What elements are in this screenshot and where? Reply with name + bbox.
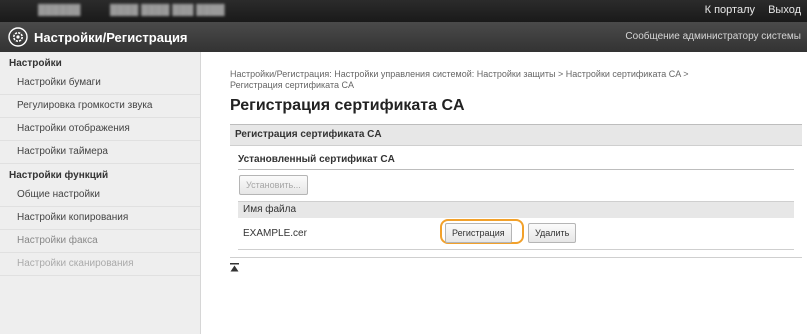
section-title: Регистрация сертификата CA — [230, 125, 802, 146]
certificate-table: Имя файла EXAMPLE.cer Регистрация Удалит… — [238, 201, 794, 250]
settings-gear-icon — [8, 27, 28, 47]
sidebar-item-timer[interactable]: Настройки таймера — [0, 141, 200, 164]
file-name: EXAMPLE.cer — [243, 228, 307, 239]
breadcrumb-line: Регистрация сертификата CA — [230, 80, 354, 90]
breadcrumb-line[interactable]: Настройки/Регистрация: Настройки управле… — [230, 69, 802, 80]
sidebar-group-functions: Настройки функций — [9, 170, 109, 181]
main-content: Настройки/Регистрация: Настройки управле… — [212, 52, 802, 272]
portal-link[interactable]: К порталу — [705, 4, 755, 16]
column-header-filename: Имя файла — [238, 202, 794, 218]
sidebar-item-paper[interactable]: Настройки бумаги — [0, 72, 200, 95]
sidebar-item-copy[interactable]: Настройки копирования — [0, 207, 200, 230]
breadcrumb: Настройки/Регистрация: Настройки управле… — [230, 69, 802, 91]
sidebar-item-volume[interactable]: Регулировка громкости звука — [0, 95, 200, 118]
top-bar: ██████ ████ ████ ███ ████ К порталу Выхо… — [0, 0, 807, 22]
page-title: Регистрация сертификата CA — [230, 97, 465, 114]
sidebar-item-scan[interactable]: Настройки сканирования — [0, 253, 200, 276]
sidebar: Настройки Настройки бумаги Регулировка г… — [0, 52, 201, 334]
blurred-text: ██████ — [38, 5, 81, 16]
table-row: EXAMPLE.cer Регистрация Удалить — [238, 218, 794, 250]
sidebar-item-common[interactable]: Общие настройки — [0, 184, 200, 207]
blurred-text: ████ ████ ███ ████ — [110, 5, 225, 16]
sidebar-item-fax[interactable]: Настройки факса — [0, 230, 200, 253]
sidebar-group-settings: Настройки — [9, 58, 62, 69]
register-button[interactable]: Регистрация — [445, 223, 512, 243]
back-to-top — [230, 257, 802, 272]
admin-message-link[interactable]: Сообщение администратору системы — [625, 31, 801, 42]
back-to-top-icon[interactable] — [230, 263, 239, 272]
install-row: Установить... — [239, 175, 802, 195]
install-button[interactable]: Установить... — [239, 175, 308, 195]
page-header-title: Настройки/Регистрация — [34, 30, 188, 45]
delete-button[interactable]: Удалить — [528, 223, 577, 243]
top-links: К порталу Выход — [695, 4, 801, 16]
sidebar-item-display[interactable]: Настройки отображения — [0, 118, 200, 141]
installed-cert-title: Установленный сертификат CA — [238, 154, 794, 170]
logout-link[interactable]: Выход — [768, 4, 801, 16]
ca-certificate-section: Регистрация сертификата CA Установленный… — [230, 124, 802, 250]
title-bar: Настройки/Регистрация Сообщение админист… — [0, 22, 807, 52]
